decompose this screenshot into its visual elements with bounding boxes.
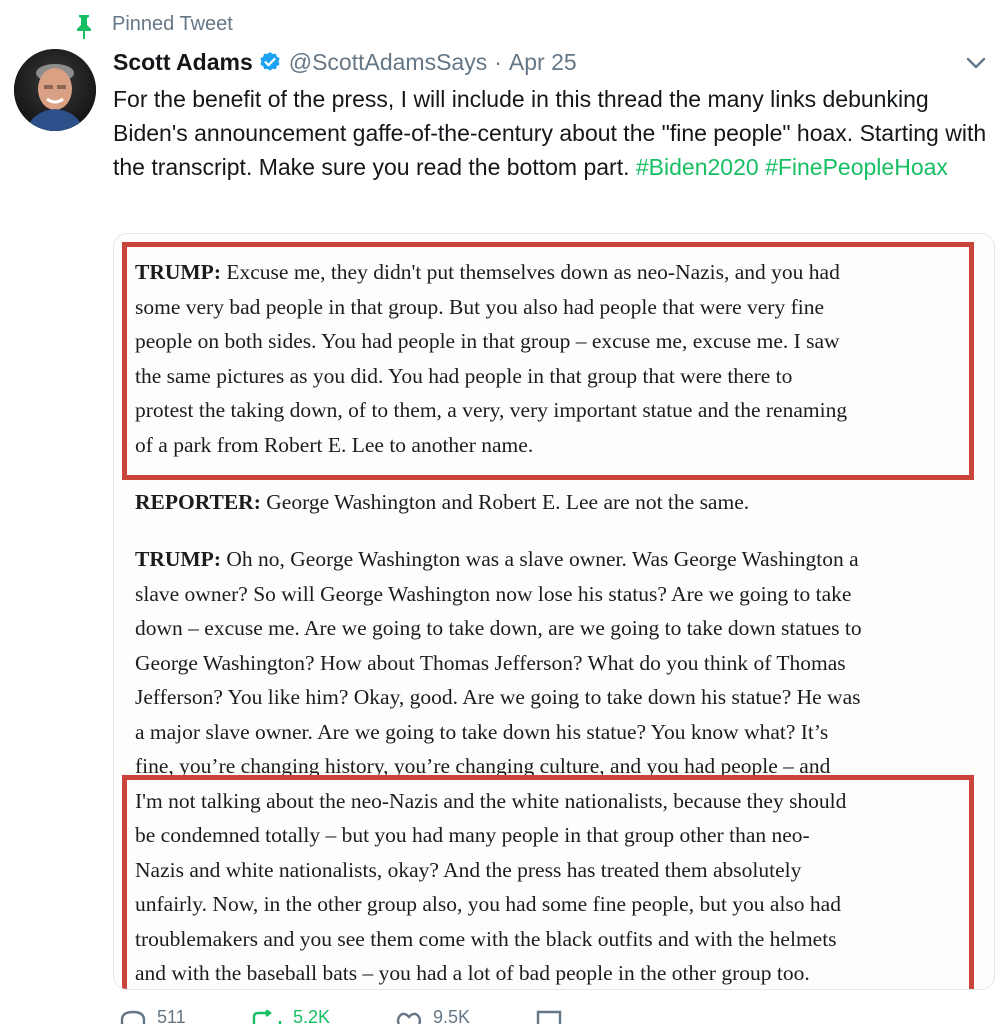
transcript-line: down – excuse me. Are we going to take d… [135,616,862,640]
share-icon [536,1010,562,1024]
transcript-line: Oh no, George Washington was a slave own… [226,547,859,571]
reply-icon [120,1010,146,1024]
like-button[interactable]: 9.5K [395,1007,471,1027]
transcript-line: Jefferson? You like him? Okay, good. Are… [135,685,861,709]
speaker-label: TRUMP: [135,547,221,571]
speaker-label: REPORTER: [135,490,261,514]
highlight-box-top [122,242,974,480]
hashtag-link[interactable]: #Biden2020 [636,154,759,180]
pin-icon [77,15,91,39]
pinned-tweet-label: Pinned Tweet [112,13,233,35]
tweet-actions: 511 5.2K 9.5K [113,1007,993,1027]
retweet-icon [252,1010,282,1024]
transcript-paragraph-2: REPORTER: George Washington and Robert E… [135,485,994,520]
transcript-line: George Washington and Robert E. Lee are … [266,490,750,514]
reply-count: 511 [157,1007,186,1027]
retweet-count: 5.2K [293,1007,331,1027]
chevron-down-icon[interactable] [964,53,988,73]
tweet-header: Scott Adams @ScottAdamsSays · Apr 25 [113,47,577,77]
highlight-box-bottom [122,775,974,989]
avatar[interactable] [14,49,96,131]
like-count: 9.5K [433,1007,471,1027]
tweet-date[interactable]: Apr 25 [509,49,577,76]
share-button[interactable] [535,1010,563,1024]
reply-button[interactable]: 511 [119,1007,186,1027]
tweet-image[interactable]: TRUMP: Excuse me, they didn't put themse… [113,233,995,990]
pinned-indicator: Pinned Tweet [74,12,233,40]
transcript-line: George Washington? How about Thomas Jeff… [135,650,846,675]
author-name[interactable]: Scott Adams [113,49,253,76]
avatar-photo [14,49,96,131]
tweet-text: For the benefit of the press, I will inc… [113,82,993,184]
hashtag-link[interactable]: #FinePeopleHoax [765,154,948,180]
verified-badge-icon [260,52,280,71]
transcript-line: slave owner? So will George Washington n… [135,581,852,606]
transcript-line: a major slave owner. Are we going to tak… [135,719,829,744]
author-handle[interactable]: @ScottAdamsSays [289,49,487,76]
separator-dot: · [494,48,502,75]
retweet-button[interactable]: 5.2K [251,1007,331,1027]
like-icon [396,1012,422,1024]
